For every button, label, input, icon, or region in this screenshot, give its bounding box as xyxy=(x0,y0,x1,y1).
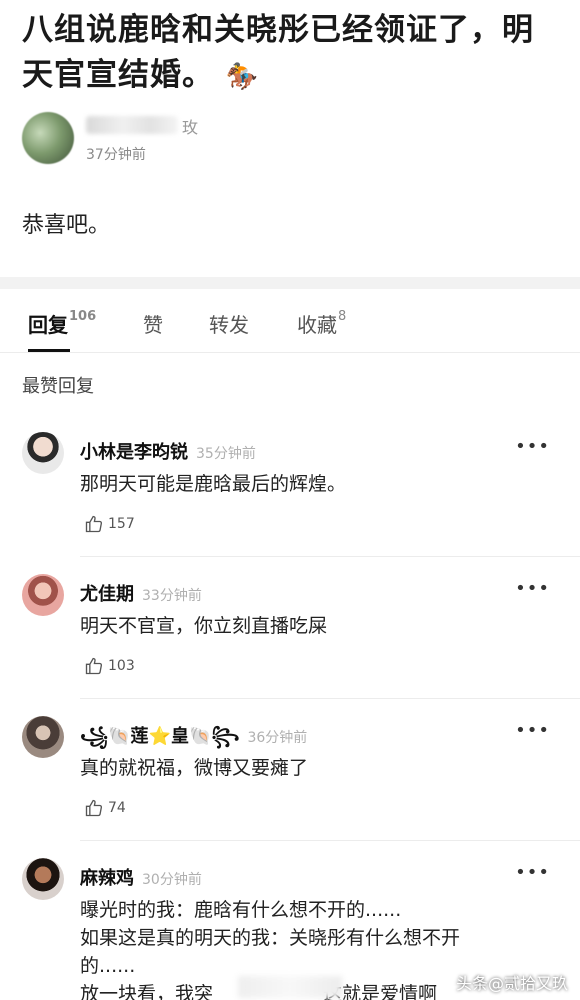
author-name-visible: 玫 xyxy=(182,118,199,137)
post-body: 恭喜吧。 xyxy=(22,213,111,238)
tab-reposts[interactable]: 转发 xyxy=(209,309,249,338)
tab-reposts-label: 转发 xyxy=(209,313,249,337)
thumbs-up-icon xyxy=(85,657,103,675)
comment-text-line: 明天不官宣，你立刻直播吃屎 xyxy=(80,615,328,637)
avatar[interactable] xyxy=(22,432,64,474)
more-options-icon[interactable]: ••• xyxy=(515,436,550,457)
comment-text: 明天不官宣，你立刻直播吃屎 xyxy=(80,612,550,640)
tab-likes-label: 赞 xyxy=(143,313,163,337)
post-author[interactable]: 玫 37分钟前 xyxy=(22,112,422,166)
avatar[interactable] xyxy=(22,112,74,164)
like-count: 157 xyxy=(108,516,135,532)
author-name-blurred xyxy=(86,116,178,134)
comment-text-line: 曝光时的我：鹿晗有什么想不开的...... xyxy=(80,899,402,921)
comment-text: 那明天可能是鹿晗最后的辉煌。 xyxy=(80,470,550,498)
more-options-icon[interactable]: ••• xyxy=(515,720,550,741)
like-button[interactable]: 74 xyxy=(84,798,126,818)
comment-author-name: 尤佳期 xyxy=(80,584,134,605)
tab-replies-count: 106 xyxy=(69,309,97,324)
comment-text-fragment: 放一块看，我突 xyxy=(80,983,214,1000)
more-options-icon[interactable]: ••• xyxy=(515,578,550,599)
avatar[interactable] xyxy=(22,574,64,616)
like-count: 103 xyxy=(108,658,135,674)
thumbs-up-icon xyxy=(85,515,103,533)
comment-time: 35分钟前 xyxy=(196,446,256,462)
blurred-redaction xyxy=(238,976,342,998)
comment-author[interactable]: 麻辣鸡 30分钟前 xyxy=(80,864,202,890)
avatar[interactable] xyxy=(22,858,64,900)
tab-favorites-label: 收藏 xyxy=(297,313,337,337)
comment-text-line: 那明天可能是鹿晗最后的辉煌。 xyxy=(80,473,347,495)
tab-replies[interactable]: 回复106 xyxy=(28,309,96,338)
divider xyxy=(80,556,580,557)
post-title-text: 八组说鹿晗和关晓彤已经领证了，明天官宣结婚。 xyxy=(22,12,534,93)
like-count: 74 xyxy=(108,800,126,816)
divider xyxy=(80,698,580,699)
section-label: 最赞回复 xyxy=(22,376,94,397)
tab-replies-label: 回复 xyxy=(28,313,68,337)
tab-likes[interactable]: 赞 xyxy=(143,309,163,338)
post-title: 八组说鹿晗和关晓彤已经领证了，明天官宣结婚。 🏇 xyxy=(22,8,562,100)
comment-author-name: 麻辣鸡 xyxy=(80,868,134,889)
thumbs-up-icon xyxy=(85,799,103,817)
watermark: 头条@贰拾又玖 xyxy=(455,974,568,993)
comment-time: 36分钟前 xyxy=(247,730,308,746)
comment-author-name: 小林是李昀锐 xyxy=(80,442,188,463)
tab-favorites-count: 8 xyxy=(338,309,347,324)
avatar[interactable] xyxy=(22,716,64,758)
tab-bar: 回复106 赞 转发 收藏8 xyxy=(0,289,580,353)
more-options-icon[interactable]: ••• xyxy=(515,862,550,883)
comment-time: 30分钟前 xyxy=(142,872,202,888)
like-button[interactable]: 103 xyxy=(84,656,135,676)
horse-emoji-icon: 🏇 xyxy=(225,62,260,92)
like-button[interactable]: 157 xyxy=(84,514,135,534)
divider xyxy=(80,840,580,841)
comment-time: 33分钟前 xyxy=(142,588,202,604)
section-divider xyxy=(0,277,580,289)
comment-author[interactable]: 尤佳期 33分钟前 xyxy=(80,580,202,606)
active-tab-indicator xyxy=(28,349,70,352)
post-time: 37分钟前 xyxy=(86,147,146,163)
comment-text-line: 如果这是真的明天的我：关晓彤有什么想不开 xyxy=(80,927,461,949)
tab-favorites[interactable]: 收藏8 xyxy=(297,309,346,338)
comment-author[interactable]: 小林是李昀锐 35分钟前 xyxy=(80,438,256,464)
comment-author-name: ꧁🐚莲⭐皇🐚꧂ xyxy=(80,726,240,747)
comment-text: 真的就祝福，微博又要瘫了 xyxy=(80,754,550,782)
comment-text-line: 真的就祝福，微博又要瘫了 xyxy=(80,757,309,779)
